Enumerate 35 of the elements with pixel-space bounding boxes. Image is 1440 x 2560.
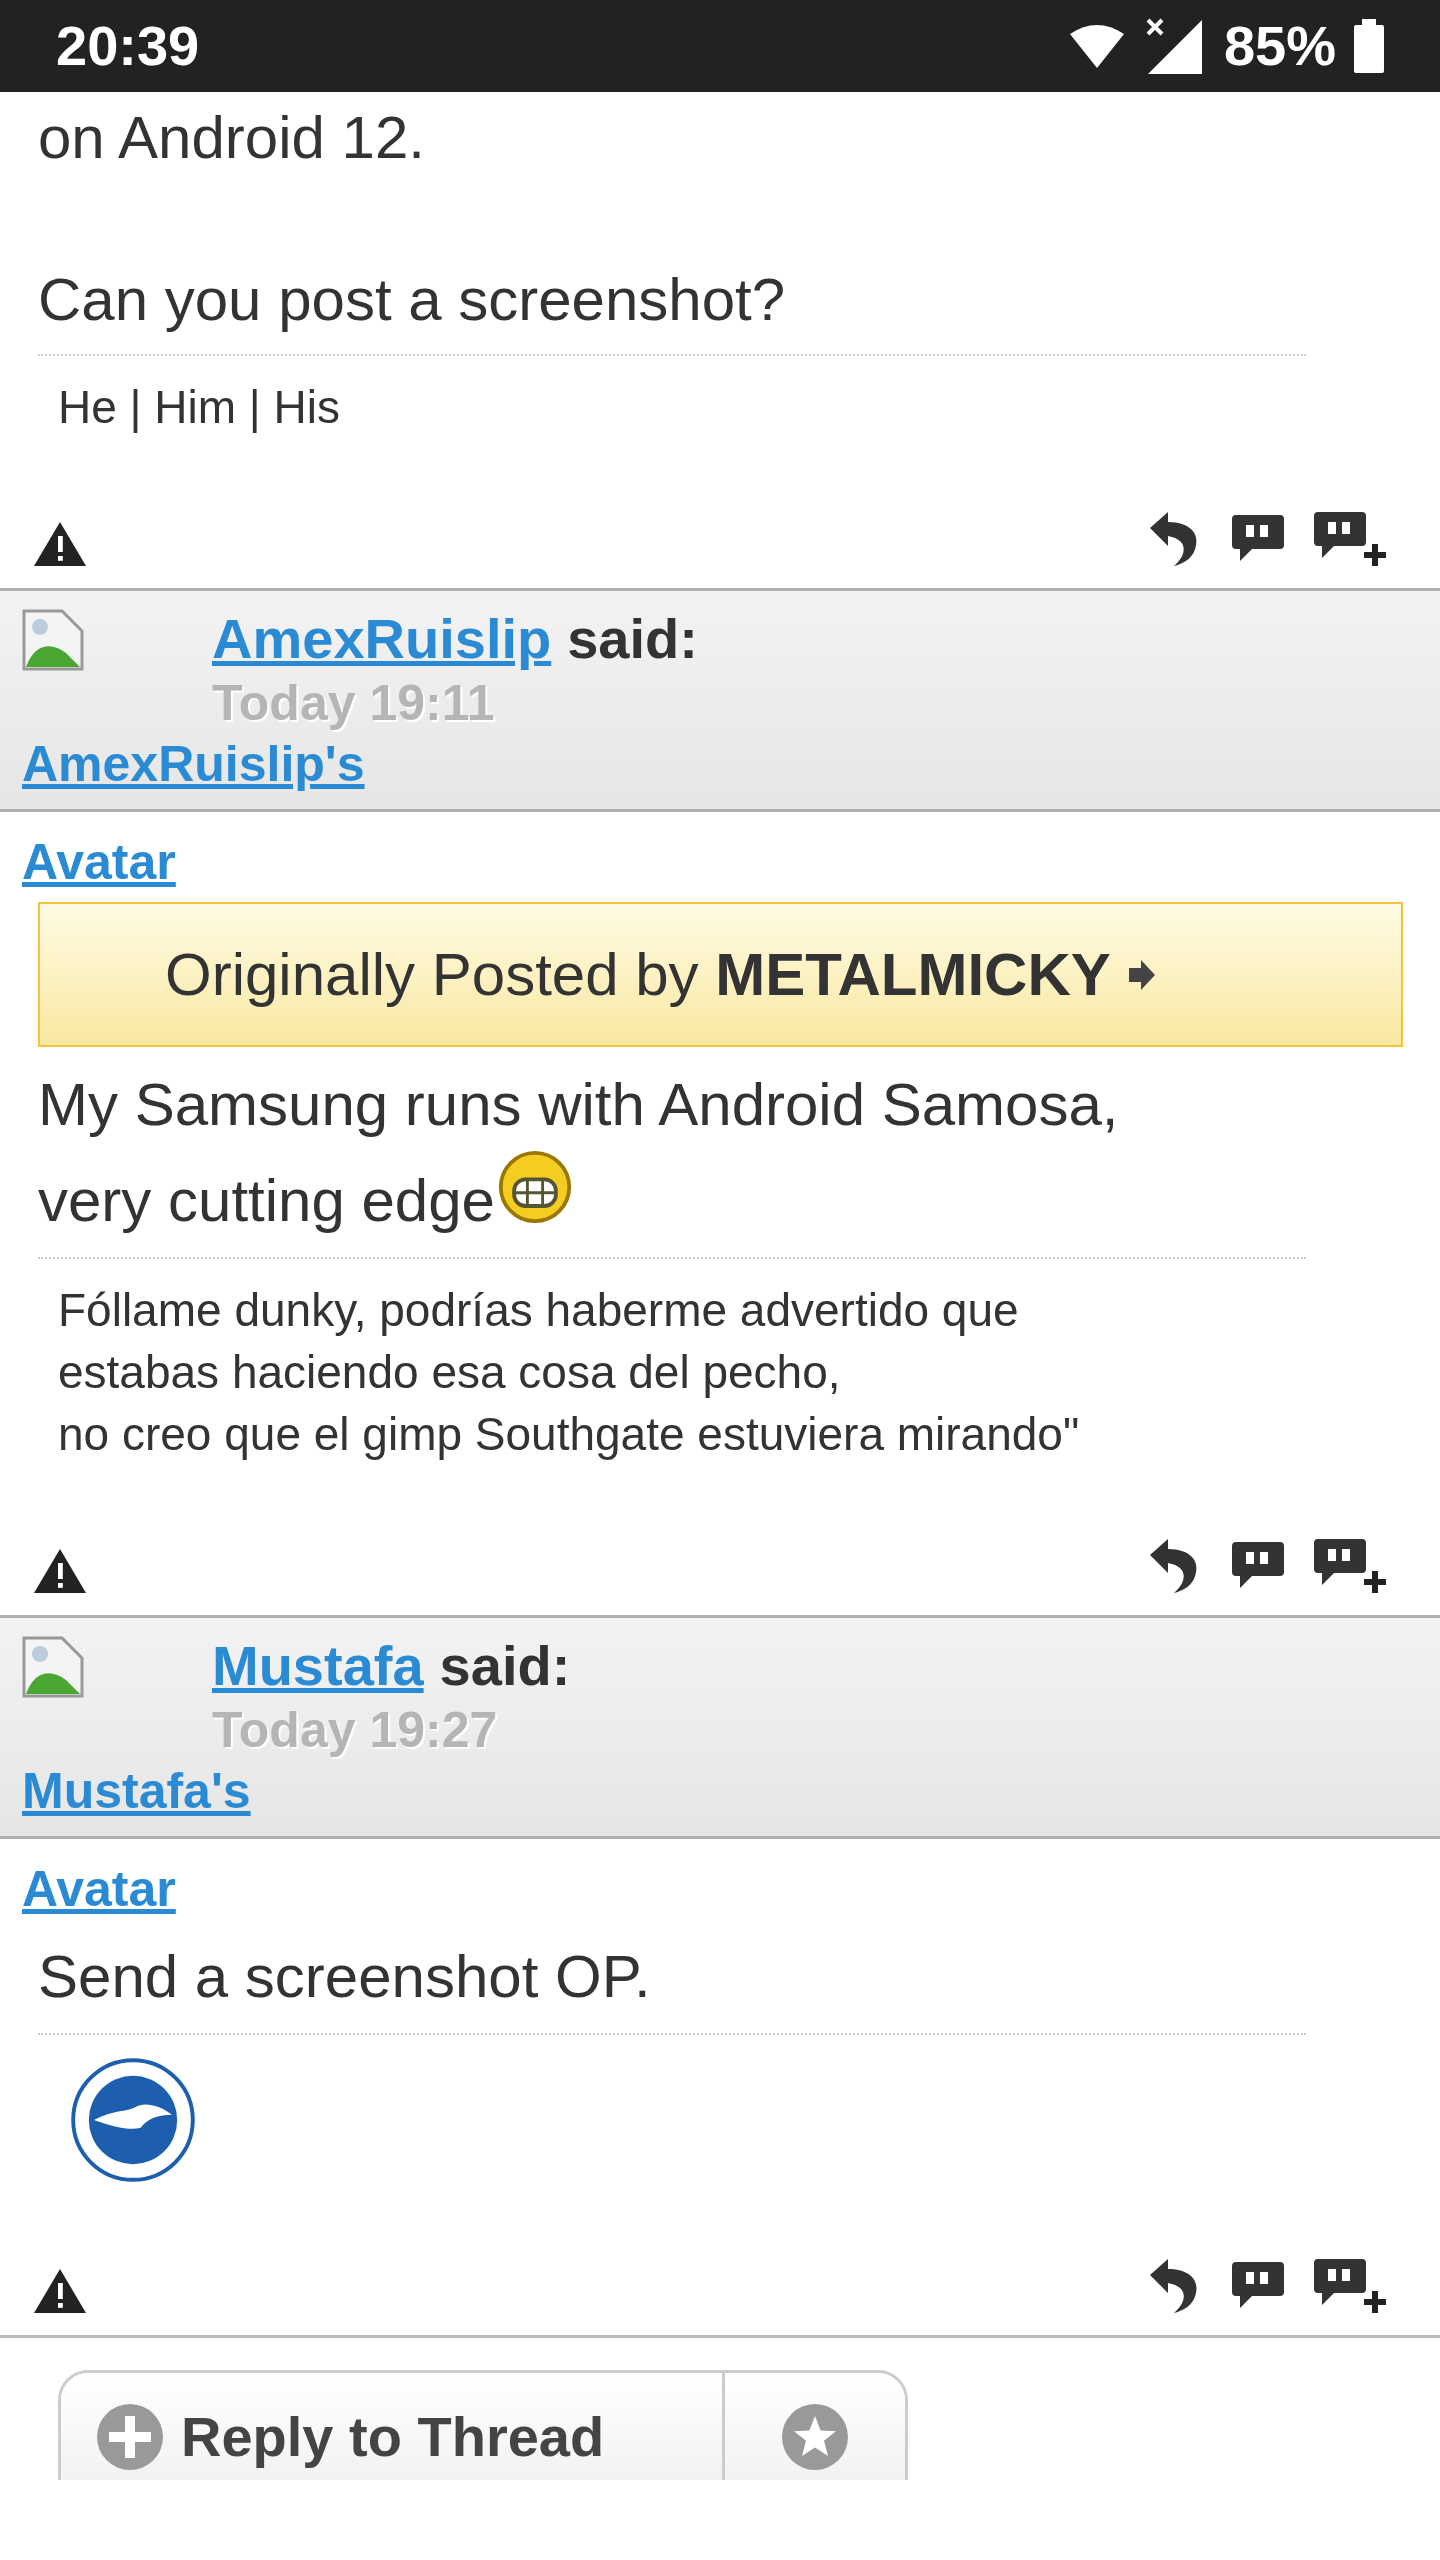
broken-image-icon bbox=[22, 609, 84, 671]
warning-icon[interactable] bbox=[32, 520, 88, 568]
broken-image-icon bbox=[22, 1636, 84, 1698]
signature-line: no creo que el gimp Southgate estuviera mirando" bbox=[58, 1407, 1081, 1462]
battery-percent: 85% bbox=[1223, 13, 1336, 79]
signature-line: Fóllame dunky, podrías haberme advertido que bbox=[58, 1283, 1020, 1338]
said-label: said: bbox=[567, 606, 698, 672]
post-date: Today 19:27 bbox=[212, 1702, 498, 1758]
avatar-alt-link[interactable]: Mustafa's bbox=[22, 1763, 251, 1819]
plus-circle-icon bbox=[97, 2403, 163, 2470]
post-message: Can you post a screenshot? bbox=[38, 265, 787, 335]
said-label: said: bbox=[439, 1633, 571, 1699]
subscribe-star-button[interactable] bbox=[725, 2373, 905, 2480]
warning-icon[interactable] bbox=[32, 1547, 88, 1595]
post-date: Today 19:11 bbox=[212, 675, 495, 731]
warning-icon[interactable] bbox=[32, 2267, 88, 2315]
post-message: Send a screenshot OP. bbox=[38, 1942, 651, 2012]
post-message: very cutting edge bbox=[38, 1166, 495, 1236]
signature-line: estabas haciendo esa cosa del pecho, bbox=[58, 1345, 842, 1400]
battery-icon bbox=[1354, 19, 1384, 73]
club-crest-icon bbox=[68, 2055, 198, 2185]
post-message: on Android 12. bbox=[38, 103, 426, 173]
avatar-alt-link[interactable]: Avatar bbox=[22, 1861, 176, 1917]
quote-attribution: Originally Posted by METALMICKY bbox=[165, 939, 1111, 1010]
status-time: 20:39 bbox=[56, 13, 200, 79]
arrow-right-icon[interactable] bbox=[1126, 959, 1155, 990]
wifi-icon bbox=[1067, 22, 1126, 70]
grin-emoji-icon bbox=[496, 1149, 573, 1225]
signature-line: He | Him | His bbox=[58, 380, 342, 435]
author-link[interactable]: AmexRuislip bbox=[212, 605, 552, 673]
author-link[interactable]: Mustafa bbox=[212, 1632, 424, 1700]
avatar-alt-link[interactable]: AmexRuislip's bbox=[22, 736, 365, 792]
avatar-alt-link[interactable]: Avatar bbox=[22, 834, 176, 890]
post-message: My Samsung runs with Android Samosa, bbox=[38, 1070, 1119, 1140]
reply-to-thread-button[interactable]: Reply to Thread bbox=[61, 2373, 725, 2480]
